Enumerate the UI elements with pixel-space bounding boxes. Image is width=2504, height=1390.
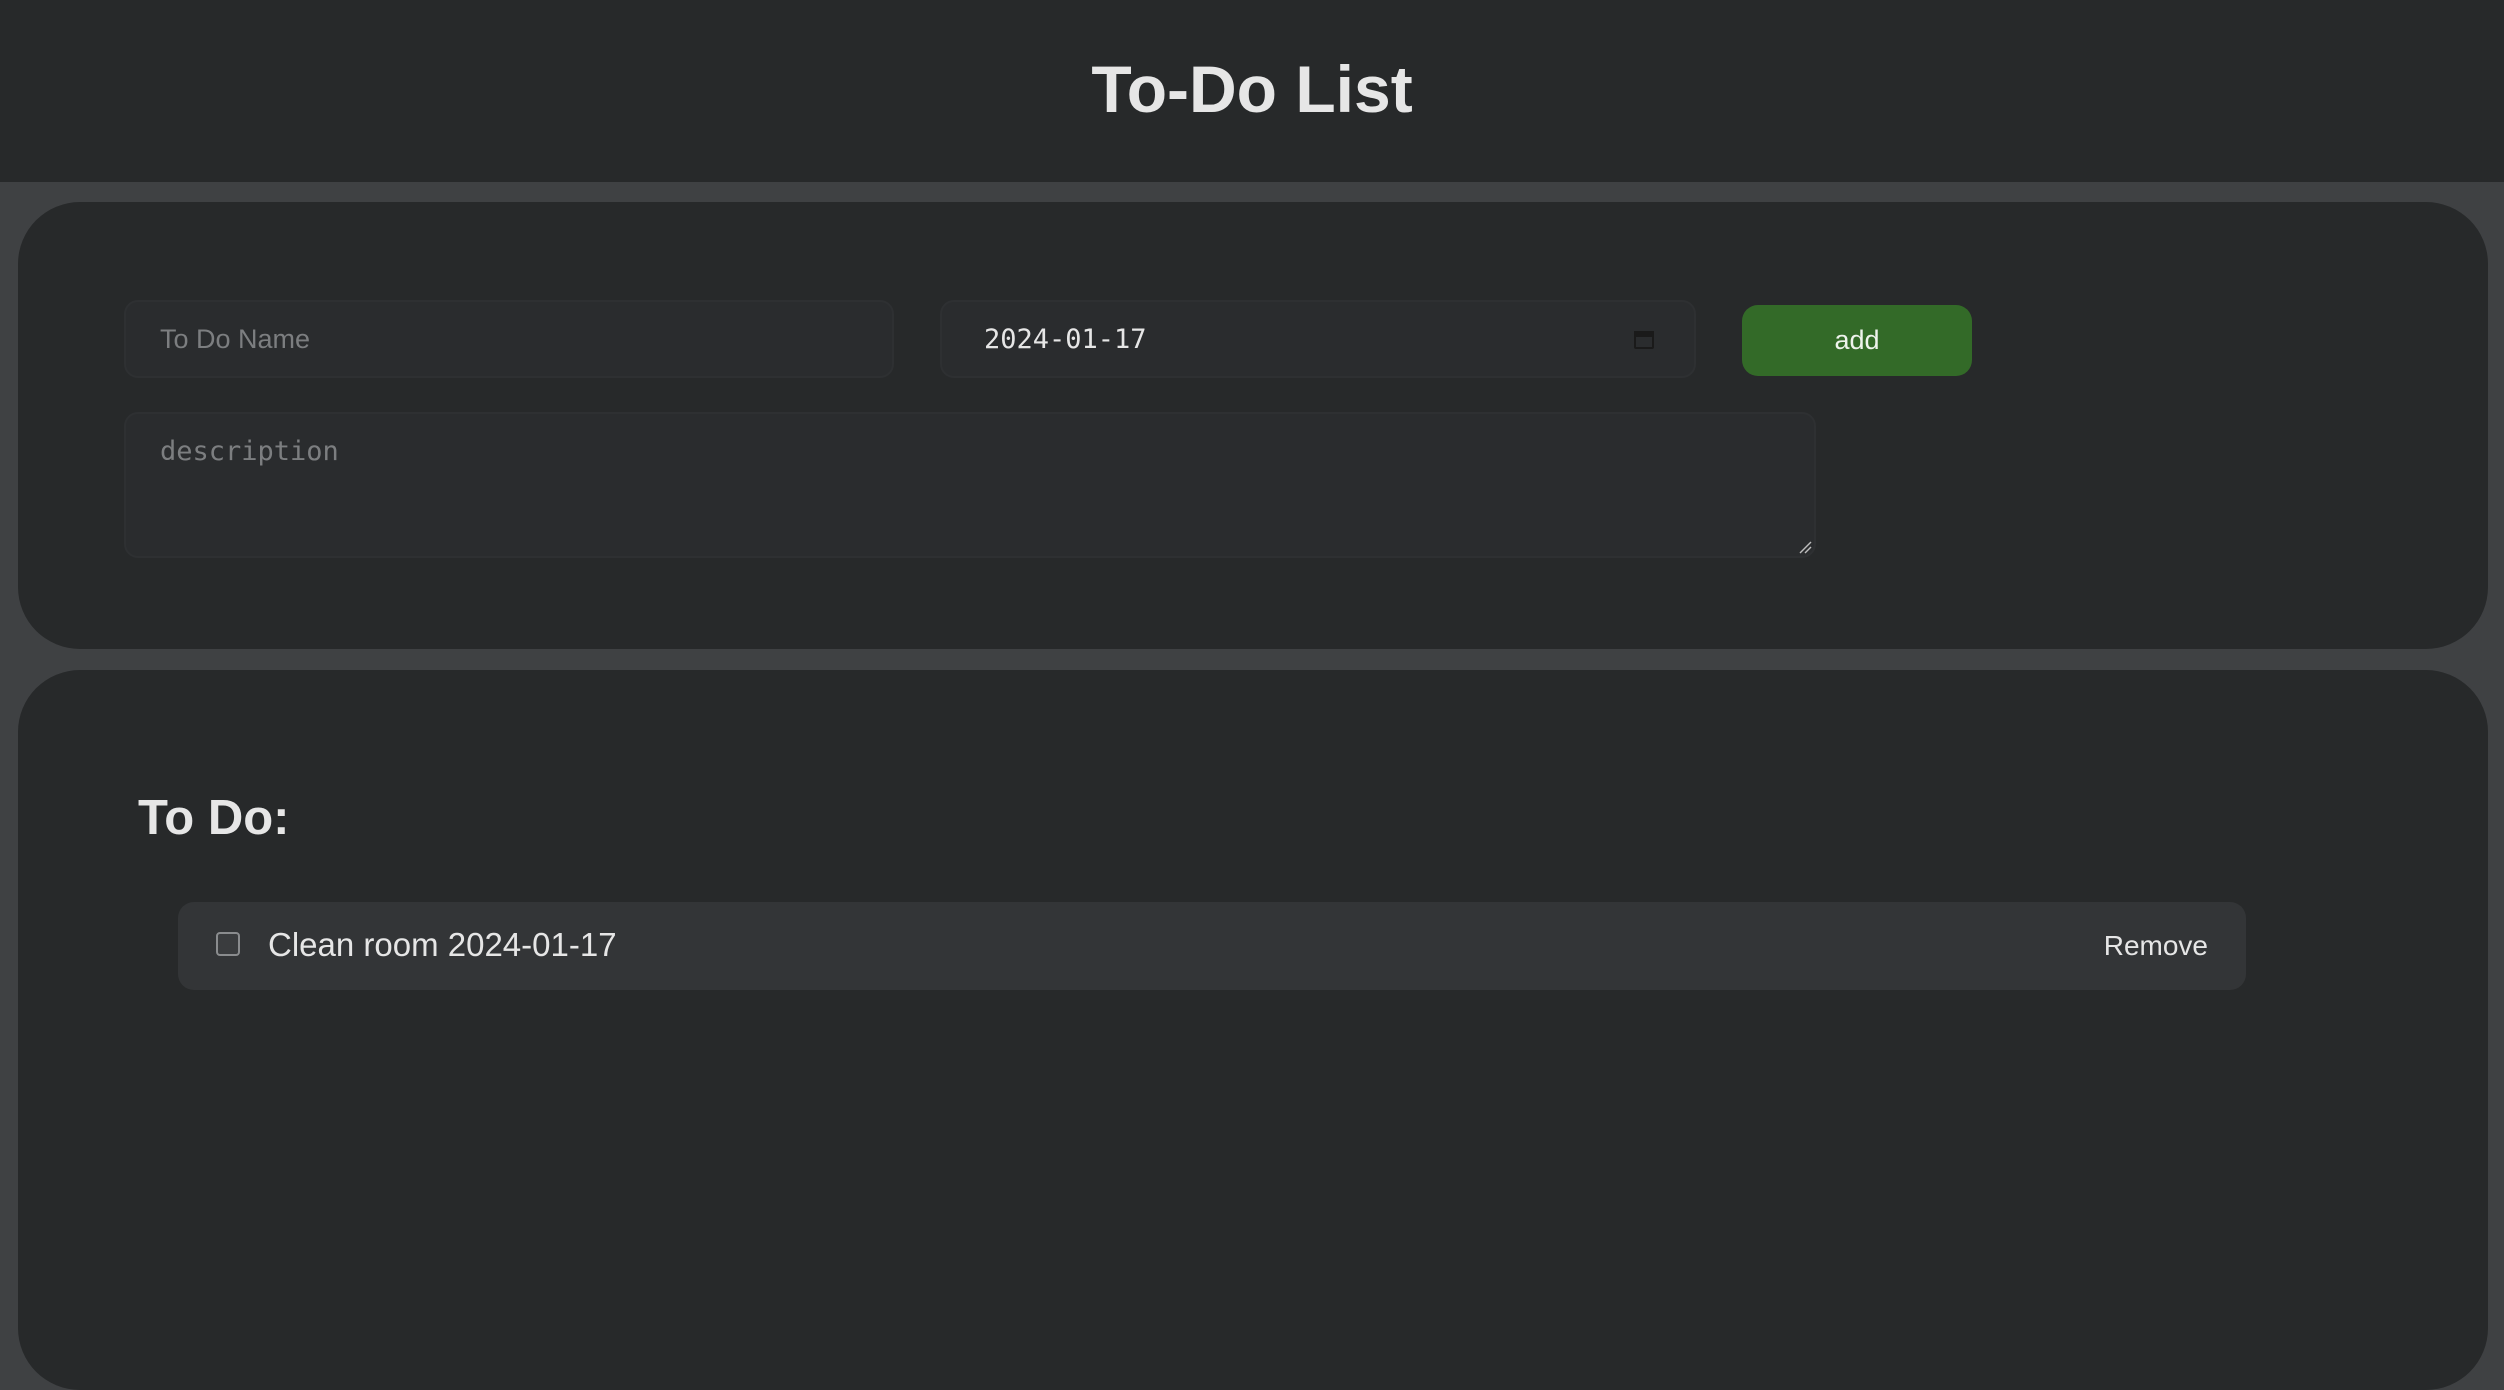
todo-name-input[interactable] (124, 300, 894, 378)
todo-section-heading: To Do: (138, 791, 290, 845)
page-title: To-Do List (1091, 52, 1413, 126)
date-value: 2024-01-17 (984, 323, 1147, 355)
todo-item: Clean room 2024-01-17 Remove (178, 902, 2246, 990)
description-textarea[interactable] (124, 412, 1816, 558)
resize-handle-icon[interactable] (1798, 540, 1812, 554)
todo-date-input[interactable]: 2024-01-17 (940, 300, 1696, 378)
add-button[interactable]: add (1742, 305, 1972, 376)
calendar-icon[interactable] (1634, 329, 1654, 349)
todo-list-card (18, 670, 2488, 1390)
remove-button[interactable]: Remove (2104, 924, 2208, 968)
page-header: To-Do List (0, 0, 2504, 182)
todo-item-checkbox[interactable] (216, 932, 240, 956)
todo-item-text: Clean room 2024-01-17 (268, 926, 617, 963)
